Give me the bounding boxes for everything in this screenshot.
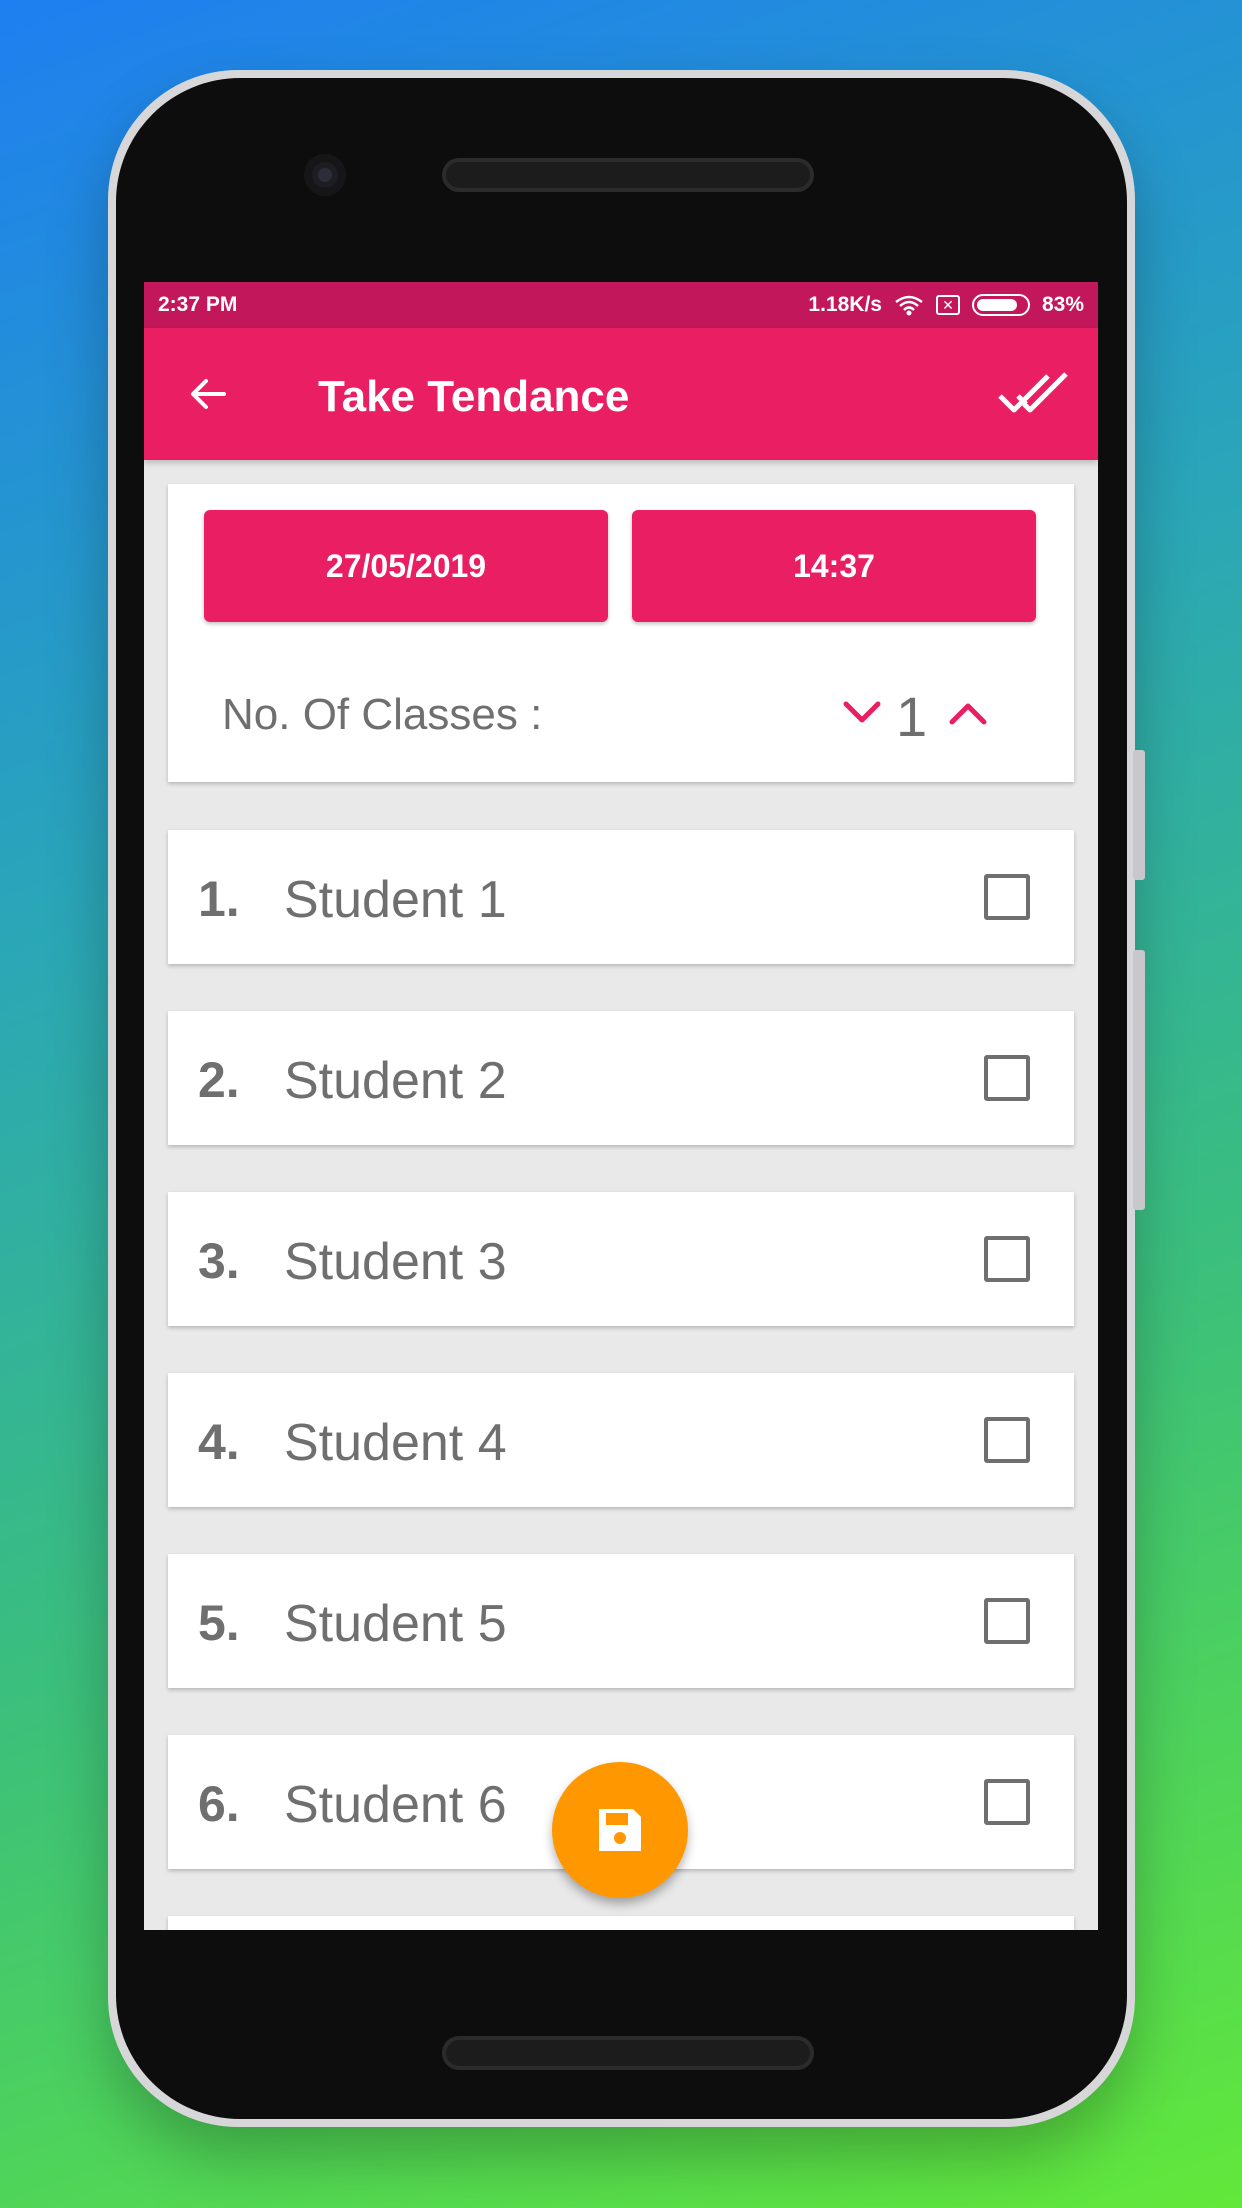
- network-speed: 1.18K/s: [808, 293, 882, 316]
- student-row-partial[interactable]: [168, 1916, 1074, 1930]
- no-sim-icon: ✕: [935, 295, 960, 315]
- student-name: Student 6: [284, 1776, 507, 1834]
- earpiece-speaker: [442, 158, 814, 192]
- front-camera: [304, 154, 346, 196]
- chevron-up-icon[interactable]: [946, 698, 990, 728]
- save-button[interactable]: [552, 1762, 688, 1898]
- time-button[interactable]: 14:37: [632, 510, 1036, 622]
- battery-level: [976, 299, 1017, 311]
- student-number: 6.: [198, 1776, 240, 1832]
- student-row[interactable]: 3. Student 3: [168, 1192, 1074, 1326]
- attendance-checkbox[interactable]: [984, 1598, 1030, 1644]
- attendance-checkbox[interactable]: [984, 1236, 1030, 1282]
- arrow-back-icon[interactable]: [186, 372, 230, 416]
- student-number: 1.: [198, 871, 240, 927]
- student-row[interactable]: 1. Student 1: [168, 830, 1074, 964]
- status-time: 2:37 PM: [158, 293, 238, 316]
- student-row[interactable]: 2. Student 2: [168, 1011, 1074, 1145]
- classes-count: 1: [896, 685, 928, 748]
- attendance-checkbox[interactable]: [984, 1417, 1030, 1463]
- app-bar: Take Tendance: [144, 328, 1098, 460]
- done-all-icon[interactable]: [998, 370, 1072, 418]
- student-name: Student 1: [284, 871, 507, 929]
- chevron-down-icon[interactable]: [840, 698, 884, 728]
- bottom-speaker: [442, 2036, 814, 2070]
- student-number: 4.: [198, 1414, 240, 1470]
- date-button[interactable]: 27/05/2019: [204, 510, 608, 622]
- student-number: 5.: [198, 1595, 240, 1651]
- battery-percent: 83%: [1041, 293, 1084, 316]
- student-name: Student 2: [284, 1052, 507, 1110]
- attendance-checkbox[interactable]: [984, 1055, 1030, 1101]
- volume-button: [1133, 750, 1145, 880]
- student-row[interactable]: 4. Student 4: [168, 1373, 1074, 1507]
- attendance-checkbox[interactable]: [984, 874, 1030, 920]
- status-bar: 2:37 PM 1.18K/s ✕ 83%: [144, 282, 1098, 328]
- student-number: 3.: [198, 1233, 240, 1289]
- student-row[interactable]: 5. Student 5: [168, 1554, 1074, 1688]
- app-screen: 2:37 PM 1.18K/s ✕ 83% Take Tendance 27/0…: [144, 282, 1098, 1930]
- student-name: Student 5: [284, 1595, 507, 1653]
- power-button: [1133, 950, 1145, 1210]
- wifi-icon: [895, 295, 923, 316]
- page-title: Take Tendance: [318, 372, 630, 421]
- student-name: Student 4: [284, 1414, 507, 1472]
- attendance-checkbox[interactable]: [984, 1779, 1030, 1825]
- battery-icon: [971, 294, 1030, 316]
- student-number: 2.: [198, 1052, 240, 1108]
- session-card: 27/05/2019 14:37 No. Of Classes : 1: [168, 484, 1074, 782]
- classes-label: No. Of Classes :: [222, 690, 543, 739]
- status-indicators: 1.18K/s ✕ 83%: [808, 293, 1084, 317]
- save-icon: [599, 1809, 641, 1851]
- student-name: Student 3: [284, 1233, 507, 1291]
